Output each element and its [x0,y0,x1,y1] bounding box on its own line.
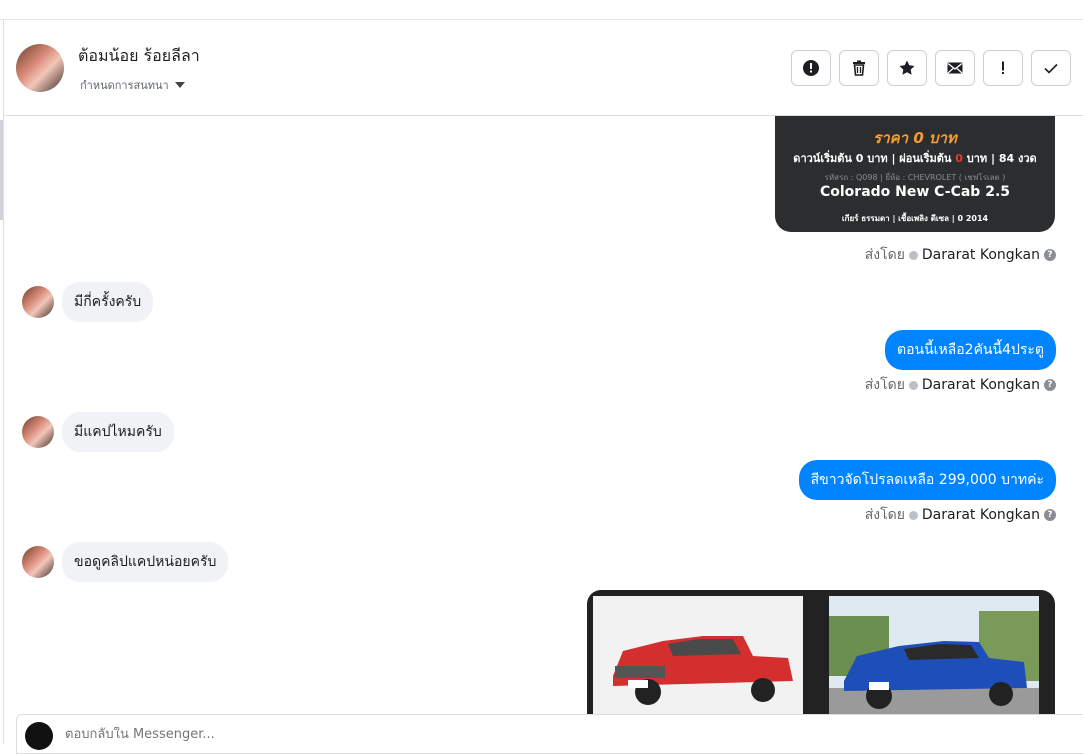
star-icon [899,60,915,75]
car-photo-red[interactable] [593,596,803,714]
incoming-message[interactable]: ขอดูคลิปแคปหน่อยครับ [62,542,229,582]
header-actions [791,50,1071,86]
star-button[interactable] [887,50,927,86]
verified-icon [908,250,918,260]
follow-up-button[interactable] [983,50,1023,86]
card-model: Colorado New C-Cab 2.5 [819,184,1011,200]
outgoing-message[interactable]: สีขาวจัดโปรลดเหลือ 299,000 บาทค่ะ [798,460,1056,500]
delete-button[interactable] [839,50,879,86]
reply-composer [16,714,1083,754]
card-price: ราคา 0 บาท [873,129,957,147]
incoming-message-row: ขอดูคลิปแคปหน่อยครับ [22,542,229,582]
incoming-message-row: มีแคปไหมครับ [22,412,174,452]
reply-input[interactable] [65,727,965,742]
incoming-message-row: มีกี่ครั้งครับ [22,282,154,322]
help-icon[interactable]: ? [1044,379,1056,391]
message-thread[interactable]: ราคา 0 บาท ดาวน์เริ่มต้น 0 บาท | ผ่อนเริ… [4,116,1083,714]
agent-name: Dararat Kongkan [921,507,1040,523]
mark-done-button[interactable] [1031,50,1071,86]
sent-by-text: ส่งโดย [864,507,905,523]
exclamation-icon [1002,61,1004,74]
page-avatar [25,722,53,750]
contact-avatar-small[interactable] [22,546,54,578]
photo-attachment[interactable] [587,590,1055,714]
verified-icon [908,510,918,520]
help-icon[interactable]: ? [1044,249,1056,261]
alert-circle-icon [803,60,819,76]
assign-conversation-dropdown[interactable]: กำหนดการสนทนา [80,76,185,94]
card-down-payment: ดาวน์เริ่มต้น 0 บาท | ผ่อนเริ่มต้น 0 บาท… [775,149,1055,167]
assign-label: กำหนดการสนทนา [80,79,169,92]
car-photo-blue[interactable] [829,596,1039,714]
agent-name: Dararat Kongkan [921,247,1040,263]
contact-name[interactable]: ต้อมน้อย ร้อยลีลา [78,44,200,69]
mark-unread-button[interactable] [935,50,975,86]
card-dl-text-b: บาท | 84 งวด [962,152,1037,165]
contact-avatar-small[interactable] [22,286,54,318]
top-strip [0,0,1083,20]
envelope-icon [947,62,963,74]
sent-by-label: ส่งโดย Dararat Kongkan ? [865,504,1056,526]
sent-by-label: ส่งโดย Dararat Kongkan ? [865,374,1056,396]
blue-pickup-image [829,596,1039,714]
red-pickup-image [593,596,803,714]
agent-name: Dararat Kongkan [921,377,1040,393]
contact-avatar-small[interactable] [22,416,54,448]
chevron-down-icon [174,82,185,88]
incoming-message[interactable]: มีกี่ครั้งครับ [62,282,154,322]
car-listing-card[interactable]: ราคา 0 บาท ดาวน์เริ่มต้น 0 บาท | ผ่อนเริ… [775,116,1055,232]
card-dl-text-a: ดาวน์เริ่มต้น 0 บาท | ผ่อนเริ่มต้น [793,152,956,165]
scrollbar[interactable] [0,120,3,220]
sent-by-label: ส่งโดย Dararat Kongkan ? [865,244,1056,266]
checkmark-icon [1044,63,1058,74]
contact-avatar[interactable] [16,44,64,92]
card-specs: เกียร์ ธรรมดา | เชื้อเพลิง ดีเซล | 0 201… [841,214,989,223]
card-dl-highlight: 0 [955,152,963,165]
card-meta: รหัสรถ : Q098 | ยี่ห้อ : CHEVROLET ( เชฟ… [824,173,1006,182]
verified-icon [908,380,918,390]
trash-icon [853,60,865,76]
sent-by-text: ส่งโดย [864,377,905,393]
sent-by-text: ส่งโดย [864,247,905,263]
outgoing-message[interactable]: ตอนนี้เหลือ2คันนี้4ประตู [885,330,1056,370]
mark-spam-button[interactable] [791,50,831,86]
help-icon[interactable]: ? [1044,509,1056,521]
incoming-message[interactable]: มีแคปไหมครับ [62,412,174,452]
conversation-header: ต้อมน้อย ร้อยลีลา กำหนดการสนทนา [4,20,1083,116]
